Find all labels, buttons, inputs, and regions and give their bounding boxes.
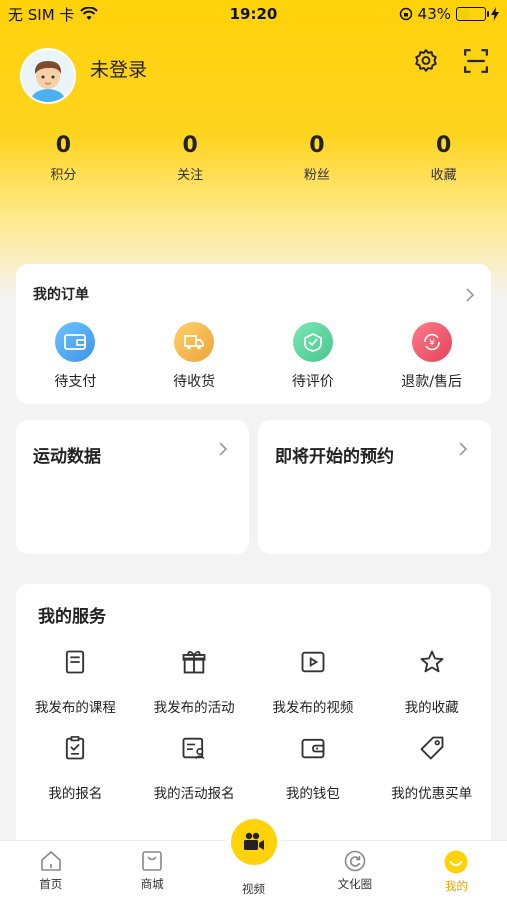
carrier-group: 无 SIM 卡: [8, 4, 99, 25]
services-card: 我的服务 我发布的课程 我发布的活动 我发布的视频 我的收藏 我的报名 我的活动…: [16, 584, 491, 854]
orders-card: 我的订单 待支付 待收货 待评价 ¥ 退款/售后: [16, 264, 491, 404]
avatar[interactable]: [20, 48, 76, 104]
clipboard-icon: [66, 736, 85, 760]
gear-icon: [415, 49, 437, 72]
order-pending-payment[interactable]: 待支付: [16, 322, 135, 391]
scan-icon: [464, 49, 488, 73]
course-icon: [66, 650, 85, 674]
service-label: 我发布的课程: [34, 700, 116, 716]
status-bar: 无 SIM 卡 19:20 43%: [0, 0, 507, 28]
service-my-courses[interactable]: 我发布的课程: [16, 648, 135, 716]
order-label: 待支付: [54, 374, 97, 390]
order-label: 待收货: [173, 374, 216, 390]
smile-icon: [444, 850, 468, 874]
top-actions: [411, 46, 491, 76]
stat-label: 关注: [177, 168, 204, 183]
sport-chevron-right-icon: [219, 442, 228, 456]
stat-value: 0: [55, 133, 72, 158]
services-title: 我的服务: [38, 607, 106, 627]
service-my-activity-registrations[interactable]: 我的活动报名: [135, 734, 254, 802]
service-my-favorites[interactable]: 我的收藏: [372, 648, 491, 716]
service-label: 我的报名: [48, 786, 103, 802]
wallet-icon: [55, 322, 96, 362]
service-label: 我的活动报名: [153, 786, 235, 802]
tab-video[interactable]: 视频: [203, 819, 304, 900]
stat-value: 0: [435, 133, 452, 158]
refund-icon: ¥: [411, 322, 452, 362]
camera-icon: [243, 832, 264, 850]
scan-button[interactable]: [461, 46, 491, 76]
services-grid: 我发布的课程 我发布的活动 我发布的视频 我的收藏 我的报名 我的活动报名 我的…: [16, 648, 491, 802]
order-label: 退款/售后: [401, 374, 462, 390]
wifi-icon: [80, 7, 99, 20]
wallet-icon: [301, 738, 325, 759]
order-label: 待评价: [291, 374, 334, 390]
video-icon: [301, 651, 325, 673]
tab-home[interactable]: 首页: [0, 841, 101, 900]
order-pending-receipt[interactable]: 待收货: [135, 322, 254, 391]
stat-fans[interactable]: 0 粉丝: [254, 132, 381, 183]
circle-icon: [344, 850, 366, 872]
tab-label: 我的: [444, 879, 468, 893]
service-label: 我发布的活动: [153, 700, 235, 716]
tab-label: 首页: [39, 877, 63, 891]
appointment-title: 即将开始的预约: [275, 447, 394, 467]
gift-icon: [182, 650, 206, 674]
star-icon: [420, 650, 444, 673]
order-status-row: 待支付 待收货 待评价 ¥ 退款/售后: [16, 322, 491, 391]
service-my-wallet[interactable]: 我的钱包: [254, 734, 373, 802]
stat-points[interactable]: 0 积分: [0, 132, 127, 183]
battery-group: 43%: [399, 5, 499, 23]
stat-label: 收藏: [430, 168, 457, 183]
video-center-button[interactable]: [230, 819, 277, 865]
home-icon: [40, 851, 61, 871]
tab-bar: 首页 商城 视频 文化圈 我的: [0, 819, 507, 900]
orders-title: 我的订单: [33, 287, 89, 303]
tab-label: 商城: [140, 877, 164, 891]
avatar-image: [22, 50, 74, 102]
tab-mine[interactable]: 我的: [406, 841, 507, 900]
carrier-text: 无 SIM 卡: [8, 5, 75, 24]
charging-icon: [491, 7, 499, 21]
service-my-activities[interactable]: 我发布的活动: [135, 648, 254, 716]
sport-data-title: 运动数据: [33, 447, 101, 467]
battery-percent: 43%: [417, 5, 451, 23]
stat-label: 粉丝: [303, 168, 330, 183]
stat-value: 0: [182, 133, 198, 158]
service-label: 我发布的视频: [272, 700, 354, 716]
service-label: 我的钱包: [285, 786, 340, 802]
stat-following[interactable]: 0 关注: [127, 132, 254, 183]
battery-icon: [456, 7, 489, 21]
form-icon: [182, 737, 205, 760]
tag-icon: [420, 736, 444, 760]
stats-row: 0 积分 0 关注 0 粉丝 0 收藏: [0, 132, 507, 183]
sport-data-card[interactable]: 运动数据: [16, 420, 249, 554]
svg-text:¥: ¥: [429, 339, 435, 349]
tab-label: 视频: [242, 882, 266, 896]
service-my-videos[interactable]: 我发布的视频: [254, 648, 373, 716]
stat-favorites[interactable]: 0 收藏: [380, 132, 507, 183]
tab-culture[interactable]: 文化圈: [304, 841, 405, 900]
review-icon: [292, 322, 333, 362]
tab-label: 文化圈: [337, 877, 373, 891]
order-refund[interactable]: ¥ 退款/售后: [372, 322, 491, 391]
order-pending-review[interactable]: 待评价: [254, 322, 373, 391]
service-my-discount-pay[interactable]: 我的优惠买单: [372, 734, 491, 802]
profile-section[interactable]: 未登录: [20, 48, 147, 104]
appointment-chevron-right-icon: [459, 442, 468, 456]
truck-icon: [174, 322, 215, 362]
service-label: 我的优惠买单: [391, 786, 473, 802]
stat-value: 0: [309, 133, 325, 158]
shop-icon: [142, 851, 162, 871]
settings-button[interactable]: [411, 46, 441, 76]
orientation-lock-icon: [399, 7, 412, 21]
service-label: 我的收藏: [404, 700, 459, 716]
username[interactable]: 未登录: [90, 55, 147, 82]
orders-chevron-right-icon[interactable]: [463, 288, 477, 302]
service-my-registrations[interactable]: 我的报名: [16, 734, 135, 802]
stat-label: 积分: [50, 168, 77, 183]
appointment-card[interactable]: 即将开始的预约: [258, 420, 491, 554]
tab-shop[interactable]: 商城: [101, 841, 202, 900]
